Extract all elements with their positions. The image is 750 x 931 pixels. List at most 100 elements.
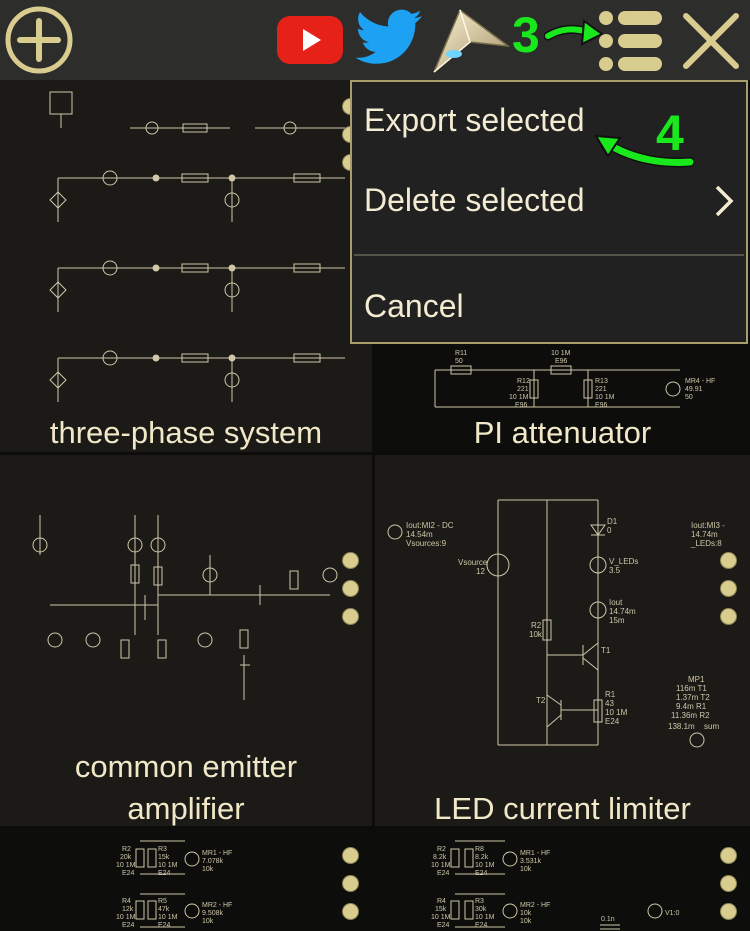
svg-text:10k: 10k xyxy=(529,630,543,639)
circuit-tile-led-current-limiter[interactable]: Iout:MI2 - DC 14.54m Vsources:9 Iout:MI3… xyxy=(375,455,750,826)
svg-text:15k: 15k xyxy=(435,906,447,913)
context-menu: Export selected Delete selected Cancel xyxy=(350,80,748,344)
menu-item-delete-selected[interactable]: Delete selected xyxy=(364,182,585,219)
svg-text:MR2 - HF: MR2 - HF xyxy=(202,902,232,909)
svg-text:3.5: 3.5 xyxy=(609,566,621,575)
plus-circle-icon xyxy=(5,6,73,74)
svg-text:10k: 10k xyxy=(520,910,532,917)
toolbar: 3 xyxy=(0,0,750,80)
svg-text:R5: R5 xyxy=(158,898,167,905)
tile-handle[interactable] xyxy=(342,847,360,931)
svg-text:9.508k: 9.508k xyxy=(202,910,224,917)
svg-text:10 1M: 10 1M xyxy=(116,862,136,869)
svg-text:Vsource: Vsource xyxy=(458,558,488,567)
tile-title: PI attenuator xyxy=(473,415,652,450)
youtube-icon xyxy=(277,16,343,64)
svg-text:V1:0: V1:0 xyxy=(665,910,680,917)
svg-text:E96: E96 xyxy=(555,358,568,365)
svg-text:R13: R13 xyxy=(595,378,608,385)
twitter-button[interactable] xyxy=(354,8,424,70)
circuit-tile-three-phase[interactable]: three-phase system xyxy=(0,80,372,452)
close-button[interactable] xyxy=(680,10,742,72)
svg-text:R4: R4 xyxy=(122,898,131,905)
list-menu-button[interactable] xyxy=(596,8,664,74)
svg-text:D1: D1 xyxy=(607,517,618,526)
svg-text:MR2 - HF: MR2 - HF xyxy=(520,902,550,909)
svg-text:R4: R4 xyxy=(437,898,446,905)
tile-title-line-1: common emitter xyxy=(74,749,298,784)
menu-item-cancel[interactable]: Cancel xyxy=(364,288,464,325)
svg-text:sum: sum xyxy=(704,722,719,731)
tile-handle[interactable] xyxy=(342,552,360,636)
svg-text:R2: R2 xyxy=(122,846,131,853)
svg-text:MR4 - HF: MR4 - HF xyxy=(685,378,715,385)
svg-text:221: 221 xyxy=(595,386,607,393)
handle-dot xyxy=(342,552,359,569)
tile-handle[interactable] xyxy=(720,552,738,636)
svg-text:20k: 20k xyxy=(120,854,132,861)
youtube-button[interactable] xyxy=(276,14,344,66)
handle-dot xyxy=(720,552,737,569)
handle-dot xyxy=(342,608,359,625)
svg-text:E24: E24 xyxy=(158,922,171,929)
handle-dot xyxy=(720,847,737,864)
svg-text:10k: 10k xyxy=(520,918,532,925)
svg-text:MR1 - HF: MR1 - HF xyxy=(202,850,232,857)
svg-text:15k: 15k xyxy=(158,854,170,861)
svg-text:R12: R12 xyxy=(517,378,530,385)
svg-text:0.1n: 0.1n xyxy=(601,916,615,923)
svg-text:_LEDs:8: _LEDs:8 xyxy=(690,539,722,548)
svg-text:10k: 10k xyxy=(520,866,532,873)
svg-text:10 1M: 10 1M xyxy=(551,350,571,357)
svg-text:V_LEDs: V_LEDs xyxy=(609,557,638,566)
add-button[interactable] xyxy=(4,5,74,75)
svg-text:10 1M: 10 1M xyxy=(158,914,178,921)
handle-dot xyxy=(342,847,359,864)
svg-text:Iout:MI2 - DC: Iout:MI2 - DC xyxy=(406,521,454,530)
svg-text:15m: 15m xyxy=(609,616,625,625)
menu-item-export-selected[interactable]: Export selected xyxy=(364,102,585,139)
svg-text:T2: T2 xyxy=(536,696,546,705)
app-logo-icon xyxy=(433,8,511,73)
svg-text:8.2k: 8.2k xyxy=(433,854,447,861)
tile-title-line-2: amplifier xyxy=(127,791,245,826)
svg-text:50: 50 xyxy=(685,394,693,401)
step-3-label: 3 xyxy=(512,7,540,63)
handle-dot xyxy=(720,580,737,597)
svg-text:43: 43 xyxy=(605,699,614,708)
svg-text:10k: 10k xyxy=(202,918,214,925)
svg-text:9.4m R1: 9.4m R1 xyxy=(676,702,707,711)
svg-text:R1: R1 xyxy=(605,690,616,699)
svg-text:11.36m R2: 11.36m R2 xyxy=(671,711,710,720)
circuit-tile-bottom-right[interactable]: R2 8.2k 10 1M E24 R8 8.2k 10 1M E24 MR1 … xyxy=(375,829,750,931)
menu-divider xyxy=(354,254,744,256)
svg-text:T1: T1 xyxy=(601,646,611,655)
handle-dot xyxy=(720,875,737,892)
schematic-preview xyxy=(49,91,345,402)
tile-handle[interactable] xyxy=(720,847,738,931)
svg-text:E24: E24 xyxy=(605,717,620,726)
svg-text:30k: 30k xyxy=(475,906,487,913)
svg-text:49.91: 49.91 xyxy=(685,386,703,393)
svg-text:E24: E24 xyxy=(122,922,135,929)
svg-text:47k: 47k xyxy=(158,906,170,913)
svg-text:14.74m: 14.74m xyxy=(691,530,718,539)
handle-dot xyxy=(342,903,359,920)
app-logo-button[interactable] xyxy=(430,6,511,76)
svg-text:10 1M: 10 1M xyxy=(431,862,451,869)
svg-text:14.54m: 14.54m xyxy=(406,530,433,539)
svg-text:R2: R2 xyxy=(437,846,446,853)
circuit-tile-bottom-left[interactable]: R2 20k 10 1M E24 R3 15k 10 1M E24 MR1 - … xyxy=(0,829,372,931)
twitter-icon xyxy=(355,9,422,64)
svg-text:0: 0 xyxy=(607,526,612,535)
svg-text:MR1 - HF: MR1 - HF xyxy=(520,850,550,857)
svg-text:3.531k: 3.531k xyxy=(520,858,542,865)
svg-text:12: 12 xyxy=(476,567,485,576)
svg-text:10 1M: 10 1M xyxy=(158,862,178,869)
svg-text:10 1M: 10 1M xyxy=(595,394,615,401)
svg-text:8.2k: 8.2k xyxy=(475,854,489,861)
circuit-tile-common-emitter[interactable]: common emitter amplifier xyxy=(0,455,372,826)
svg-text:E24: E24 xyxy=(158,870,171,877)
schematic-preview: R2 8.2k 10 1M E24 R8 8.2k 10 1M E24 MR1 … xyxy=(431,840,680,930)
svg-text:1.37m T2: 1.37m T2 xyxy=(676,693,710,702)
